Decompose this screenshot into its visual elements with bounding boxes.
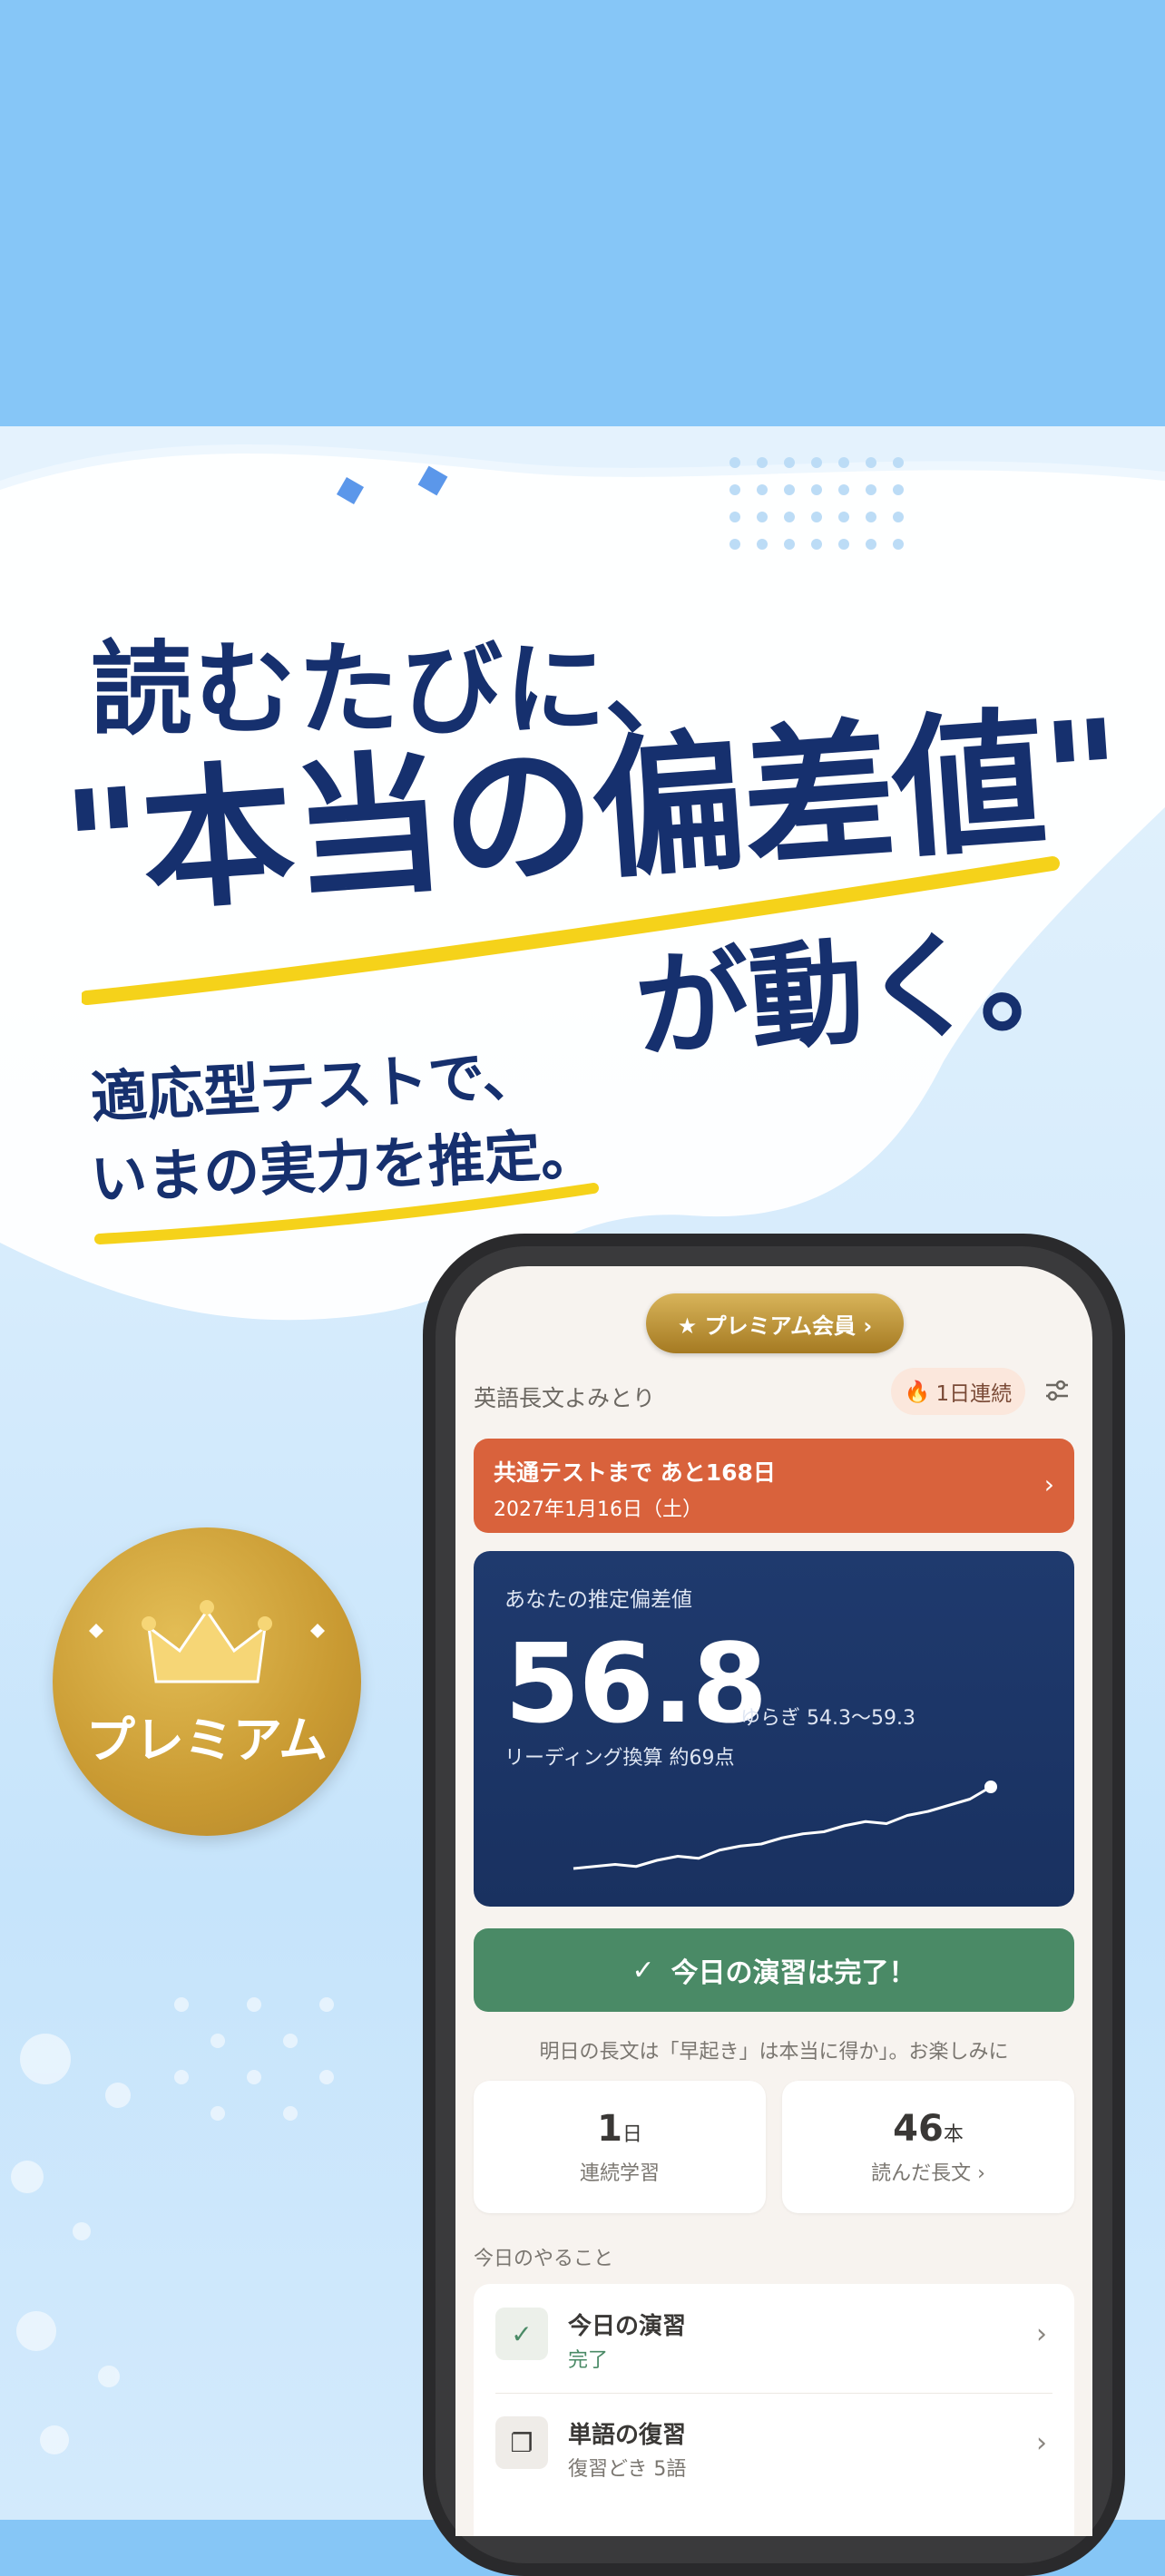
chevron-right-icon: › — [1036, 2427, 1047, 2459]
todo-item-vocab-review[interactable]: ❐ 単語の復習 復習どき 5語 › — [474, 2393, 1074, 2502]
trend-latest-point — [984, 1781, 997, 1793]
exam-countdown-title: 共通テストまで あと168日 — [494, 1459, 776, 1486]
stat-unit: 本 — [943, 2123, 964, 2146]
score-label: あなたの推定偏差値 — [504, 1588, 692, 1612]
check-icon: ✓ — [631, 1954, 655, 1986]
crown-icon — [89, 1600, 325, 1683]
premium-member-button[interactable]: ★ プレミアム会員 › — [646, 1293, 904, 1353]
score-card: あなたの推定偏差値 56.8 ゆらぎ 54.3〜59.3 リーディング換算 約6… — [474, 1551, 1074, 1907]
trend-line-chart — [573, 1781, 997, 1870]
exam-date: 2027年1月16日（土） — [494, 1498, 702, 1521]
todo-status: 復習どき 5語 — [568, 2458, 687, 2481]
todo-list: ✓ 今日の演習 完了 › ❐ 単語の復習 復習どき 5語 › — [474, 2284, 1074, 2536]
stat-card-streak: 1日 連続学習 — [474, 2081, 766, 2213]
section-title-today: 今日のやること — [474, 2248, 614, 2270]
trend-line — [573, 1785, 992, 1870]
todo-item-practice[interactable]: ✓ 今日の演習 完了 › — [474, 2284, 1074, 2393]
bubble-pattern — [11, 1997, 334, 2454]
stat-value: 1 — [597, 2108, 622, 2150]
app-title: 英語長文よみとり — [474, 1385, 656, 1411]
app-screen: ★ プレミアム会員 › 英語長文よみとり 🔥 1日連続 共通テストまで あと16… — [455, 1266, 1092, 2536]
badge-label: プレミアム — [85, 1712, 328, 1769]
todo-title: 単語の復習 — [568, 2422, 687, 2449]
score-value: 56.8 — [504, 1622, 768, 1748]
hero-headline-line3: が動く。 — [631, 909, 1097, 1075]
todo-title: 今日の演習 — [568, 2313, 687, 2340]
stat-value: 46 — [893, 2108, 944, 2150]
stat-label: 読んだ長文 › — [871, 2162, 985, 2185]
stat-card-passages-read[interactable]: 46本 読んだ長文 › — [782, 2081, 1074, 2213]
streak-label: 1日連続 — [935, 1382, 1013, 1406]
stat-label: 連続学習 — [579, 2162, 660, 2185]
exam-countdown-banner[interactable]: 共通テストまで あと168日 2027年1月16日（土） › — [474, 1439, 1074, 1533]
sky-background — [0, 0, 1165, 435]
chevron-right-icon: › — [1043, 1469, 1054, 1499]
todo-status: 完了 — [568, 2349, 609, 2372]
tomorrow-message: 明日の長文は「早起き」は本当に得か」。お楽しみに — [539, 2041, 1009, 2064]
practice-complete-label: 今日の演習は完了！ — [671, 1957, 916, 1989]
settings-sliders-icon[interactable] — [1043, 1377, 1071, 1404]
check-icon: ✓ — [495, 2308, 548, 2360]
score-conversion: リーディング換算 約69点 — [504, 1747, 735, 1770]
chevron-right-icon: › — [1036, 2318, 1047, 2350]
dot-pattern — [729, 457, 904, 550]
stat-unit: 日 — [622, 2123, 642, 2146]
copy-cards-icon: ❐ — [495, 2416, 548, 2469]
flame-icon: 🔥 — [904, 1380, 931, 1404]
diamond-decoration — [336, 465, 448, 505]
score-range: ゆらぎ 54.3〜59.3 — [740, 1707, 915, 1730]
practice-complete-button[interactable]: ✓ 今日の演習は完了！ — [474, 1928, 1074, 2012]
streak-badge[interactable]: 🔥 1日連続 — [891, 1368, 1025, 1415]
premium-badge: プレミアム — [53, 1527, 361, 1836]
